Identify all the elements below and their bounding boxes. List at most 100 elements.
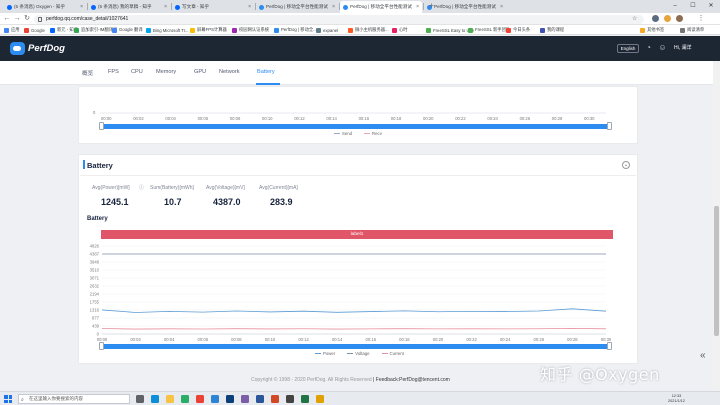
bookmark-star-icon[interactable]: ☆ [632,15,637,22]
system-clock[interactable]: 12:33 2021/1/12 [668,394,685,403]
chrome-icon[interactable] [196,395,204,403]
bookmark-item[interactable]: 微小主机服务器... [348,26,389,34]
extension-icon-2[interactable] [664,15,671,22]
battery-slider-handle-left[interactable] [99,342,104,350]
app-icon-11[interactable] [286,395,294,403]
tab-close-icon[interactable]: × [80,4,83,10]
bookmark-item[interactable]: Bing Microsoft Tr... [146,26,189,34]
tab-close-icon[interactable]: × [500,4,503,10]
zhihu-watermark: 知乎 @Oxygen [540,365,660,384]
network-x-tick-label: 00:10 [262,116,273,121]
tab-memory[interactable]: Memory [156,69,176,75]
tab-close-icon[interactable]: × [332,4,335,10]
legend-voltage[interactable]: Voltage [347,351,370,356]
legend-send[interactable]: Send [334,131,352,136]
extension-icon[interactable] [652,15,659,22]
taskbar-search-input[interactable]: ⌕ 在这里输入你要搜索的内容 [18,394,130,404]
legend-recv[interactable]: Recv [364,131,382,136]
new-tab-button[interactable]: + [427,1,436,11]
bookmark-favicon-icon [468,27,473,33]
excel-icon[interactable] [301,395,309,403]
tab-close-icon[interactable]: × [416,4,419,10]
close-window-button[interactable]: ✕ [702,0,720,13]
file-explorer-icon[interactable] [166,395,174,403]
task-view-icon[interactable] [136,395,144,403]
reload-icon[interactable]: ↻ [22,14,32,24]
browser-tab[interactable]: PerfDog | 移动全平台性能测试 × [256,1,338,13]
user-name[interactable]: Hi, 澜洋 [674,44,692,51]
sidebar-collapse-icon[interactable]: « [700,350,706,361]
tab-cpu[interactable]: CPU [131,69,143,75]
browser-tab[interactable]: (5 条消息) Oxygen - 知乎 × [4,1,86,13]
browser-tab[interactable]: (5 条消息) 我的草稿 - 知乎 × [88,1,170,13]
browser-tab[interactable]: PerfDog | 移动全平台性能测试 × [424,1,506,13]
user-icon[interactable]: ☺ [658,43,667,52]
bookmark-item[interactable]: 追加索引-IM翻译板 [74,26,117,34]
tab-close-icon[interactable]: × [248,4,251,10]
tab-network[interactable]: Network [219,69,240,75]
bookmark-item[interactable]: Google [24,26,45,34]
network-slider-handle-right[interactable] [607,122,612,130]
tab-close-icon[interactable]: × [164,4,167,10]
footer-feedback[interactable]: Feedback:PerfDog@tencent.com [376,377,450,383]
tab-favicon-icon [7,4,12,10]
url-field[interactable]: perfdog.qq.com/case_detail/1027641 [34,14,644,24]
edge-icon[interactable] [151,395,159,403]
powerpoint-icon[interactable] [271,395,279,403]
tab-battery[interactable]: Battery [257,69,275,75]
page-scrollbar[interactable] [713,61,720,405]
bookmark-item[interactable]: FreeSSL Easy to Use [426,26,474,34]
forward-icon[interactable]: → [12,14,22,24]
bookmark-item[interactable]: 我的课程 [540,26,564,34]
bookmark-item[interactable]: 今日头条 [506,26,530,34]
tab-fps[interactable]: FPS [108,69,119,75]
help-icon[interactable]: ⓘ [139,184,144,191]
section-divider [80,175,636,176]
perfdog-logo[interactable]: PerfDog [10,42,65,55]
tab-gpu[interactable]: GPU [194,69,206,75]
network-slider-handle-left[interactable] [99,122,104,130]
bookmark-item[interactable]: 心时 [392,26,408,34]
bookmark-item[interactable]: 屏幕FPS计算器 [190,26,227,34]
browser-tab[interactable]: 写文章 - 知乎 × [172,1,254,13]
bookmark-item[interactable]: 其他书签 [640,26,664,34]
app-icon-8[interactable] [241,395,249,403]
network-x-tick-label: 00:06 [197,116,209,121]
back-icon[interactable]: ← [2,14,12,24]
battery-x-tick-label: 00:26 [534,337,545,342]
bell-icon[interactable]: ◔ [644,43,653,52]
tab-overview[interactable]: 概览 [82,69,93,77]
label-band[interactable]: label1 [101,230,613,239]
collapse-chevron-icon[interactable]: ⌄ [622,161,630,169]
bookmark-item[interactable]: 校园网认证系统 [232,26,269,34]
maximize-button[interactable]: ☐ [684,0,702,13]
profile-avatar[interactable] [676,15,683,22]
metric-label-avg-power: Avg(Power)[mW] [92,185,130,191]
language-button[interactable]: English [617,44,639,53]
legend-power[interactable]: Power [315,351,335,356]
battery-zoom-slider[interactable] [102,344,609,349]
network-zoom-slider[interactable] [102,124,609,129]
minimize-button[interactable]: – [666,0,684,13]
legend-current[interactable]: Current [381,351,404,356]
bookmark-item[interactable]: Google 翻译 [112,26,143,34]
bookmark-item[interactable]: FreeSSL 新手团队 [468,26,510,34]
battery-slider-handle-right[interactable] [607,342,612,350]
bookmark-item[interactable]: 阅读清单 [680,26,704,34]
windows-start-icon[interactable] [4,395,12,403]
battery-x-tick-label: 00:04 [164,337,175,342]
bookmark-item[interactable]: PerfDog | 移动全... [274,26,317,34]
bookmark-favicon-icon [232,27,237,33]
browser-tab[interactable]: PerfDog | 移动全平台性能测试 × [340,1,422,13]
wechat-icon[interactable] [181,395,189,403]
scrollbar-thumb[interactable] [714,206,719,336]
app-icon-13[interactable] [316,395,324,403]
app-icon-7[interactable] [226,395,234,403]
bookmark-item[interactable]: 应用 [4,26,20,34]
bookmark-item[interactable]: expanel [316,26,338,34]
word-icon[interactable] [256,395,264,403]
series-line-power [101,308,607,313]
battery-y-tick-label: 2632 [90,283,100,288]
vscode-icon[interactable] [211,395,219,403]
browser-menu-icon[interactable]: ⋮ [696,14,706,24]
